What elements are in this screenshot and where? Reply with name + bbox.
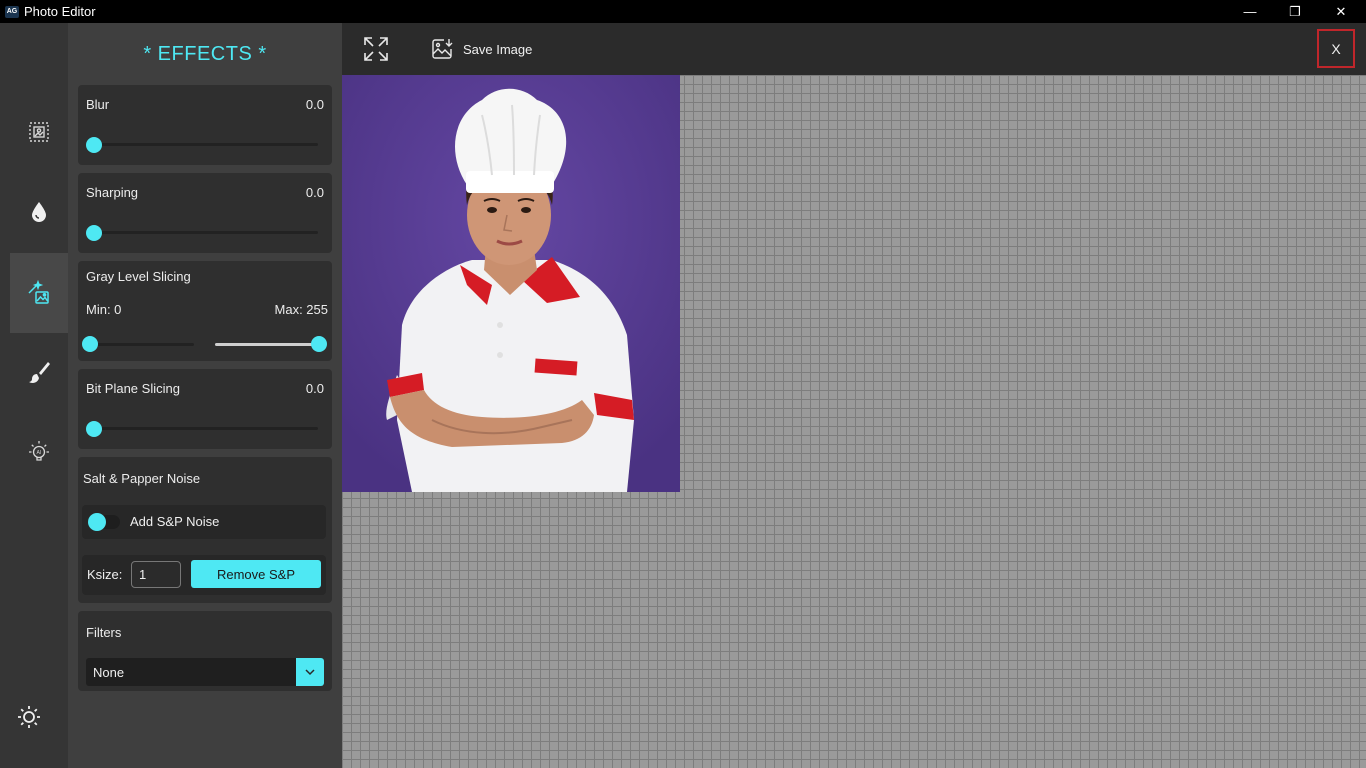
sp-noise-toggle-knob[interactable]: [88, 513, 106, 531]
save-image-button[interactable]: Save Image: [430, 35, 532, 63]
svg-text:AI: AI: [37, 450, 42, 456]
crop-frame-icon: [29, 122, 49, 142]
sharping-value: 0.0: [305, 185, 324, 200]
fullscreen-button[interactable]: [362, 35, 390, 63]
gray-min-slider-knob[interactable]: [82, 336, 98, 352]
blur-label: Blur: [86, 97, 110, 112]
restore-button[interactable]: ❐: [1272, 0, 1318, 23]
title-bar: AG Photo Editor — ❐ ✕: [0, 0, 1366, 23]
gray-min-slider-track[interactable]: [88, 343, 194, 346]
blur-slider-track[interactable]: [94, 143, 318, 146]
sp-noise-toggle-row[interactable]: Add S&P Noise: [82, 505, 326, 539]
bit-plane-label: Bit Plane Slicing: [86, 381, 180, 396]
gray-level-min-label: Min: 0: [86, 302, 122, 317]
rail-item-ai[interactable]: AI: [10, 412, 68, 492]
image-canvas[interactable]: [342, 75, 1366, 768]
water-drop-icon: [32, 202, 46, 222]
effects-panel: * EFFECTS * Blur 0.0 Sharping 0.0 Gray L…: [68, 23, 342, 768]
ksize-input[interactable]: [131, 561, 181, 588]
filters-dropdown-button[interactable]: [296, 658, 324, 686]
rail-item-color[interactable]: [10, 172, 68, 252]
bit-plane-slider-knob[interactable]: [86, 421, 102, 437]
salt-pepper-label: Salt & Papper Noise: [83, 471, 201, 486]
sharping-slider-track[interactable]: [94, 231, 318, 234]
gray-level-max-label: Max: 255: [274, 302, 328, 317]
rail-item-brush[interactable]: [10, 332, 68, 412]
app-logo-icon: AG: [5, 5, 19, 18]
bit-plane-card: Bit Plane Slicing 0.0: [78, 369, 332, 449]
brightness-sun-icon: [18, 706, 40, 728]
filters-select[interactable]: None: [86, 658, 324, 686]
chevron-down-icon: [305, 669, 315, 676]
top-toolbar: Save Image X: [342, 23, 1366, 75]
rail-item-theme[interactable]: [0, 677, 58, 757]
gray-level-label: Gray Level Slicing: [86, 269, 191, 284]
close-editor-button[interactable]: X: [1317, 29, 1355, 68]
remove-sp-button[interactable]: Remove S&P: [191, 560, 321, 588]
sharping-slider-knob[interactable]: [86, 225, 102, 241]
bit-plane-slider-track[interactable]: [94, 427, 318, 430]
rail-item-effects[interactable]: [10, 253, 68, 333]
filters-card: Filters None: [78, 611, 332, 691]
chef-portrait-image: [342, 75, 680, 492]
ai-bulb-icon: AI: [29, 441, 49, 461]
expand-arrows-icon: [364, 37, 388, 61]
gray-max-slider-knob[interactable]: [311, 336, 327, 352]
gray-max-slider-track[interactable]: [215, 343, 319, 346]
sp-noise-toggle-label: Add S&P Noise: [130, 514, 220, 529]
blur-slider-knob[interactable]: [86, 137, 102, 153]
window-title: Photo Editor: [24, 4, 96, 19]
filters-label: Filters: [86, 625, 122, 640]
edited-photo: [342, 75, 680, 492]
brush-icon: [29, 362, 50, 383]
blur-card: Blur 0.0: [78, 85, 332, 165]
sharping-card: Sharping 0.0: [78, 173, 332, 253]
save-image-label: Save Image: [463, 41, 533, 57]
gray-level-card: Gray Level Slicing Min: 0 Max: 255: [78, 261, 332, 361]
window-close-button[interactable]: ✕: [1318, 0, 1364, 23]
blur-value: 0.0: [305, 97, 324, 112]
ksize-label: Ksize:: [87, 567, 123, 582]
sharping-label: Sharping: [86, 185, 139, 200]
tool-rail: AI: [0, 23, 68, 768]
panel-title: * EFFECTS *: [143, 43, 267, 65]
rail-item-crop[interactable]: [10, 92, 68, 172]
filters-selected-value: None: [93, 665, 125, 680]
minimize-button[interactable]: —: [1227, 0, 1273, 23]
salt-pepper-card: Salt & Papper Noise Add S&P Noise Ksize:…: [78, 457, 332, 603]
ksize-row: Ksize: Remove S&P: [82, 555, 326, 595]
bit-plane-value: 0.0: [305, 381, 324, 396]
effects-wand-icon: [28, 280, 49, 304]
save-image-icon: [432, 39, 453, 59]
